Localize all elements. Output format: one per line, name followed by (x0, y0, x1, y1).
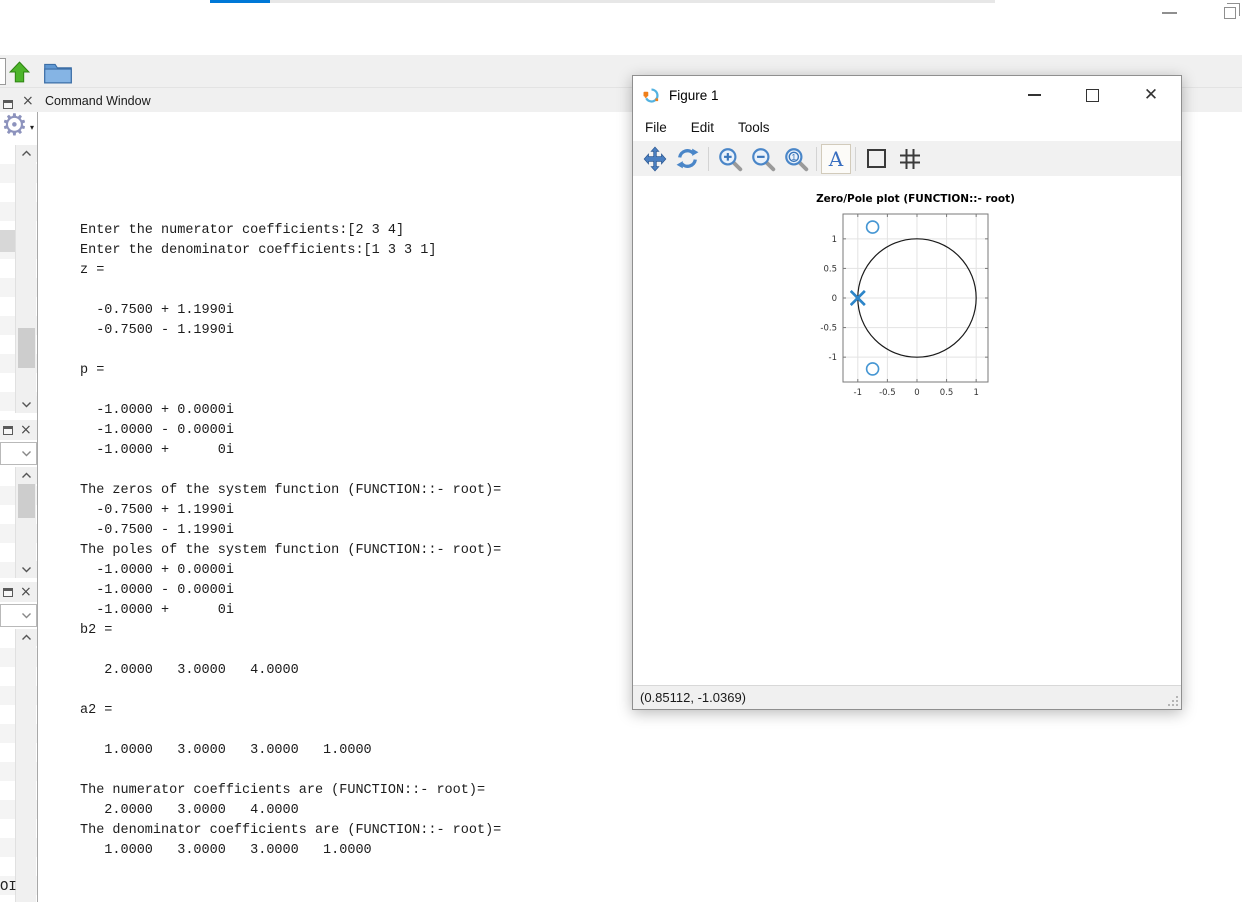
minimize-icon (1027, 94, 1041, 96)
svg-text:-0.5: -0.5 (879, 388, 896, 398)
cutoff-text-fragment: OI (0, 879, 17, 895)
scroll-up-icon (22, 150, 31, 156)
svg-text:0: 0 (914, 388, 919, 398)
scrollbar-thumb[interactable] (18, 484, 35, 518)
pan-icon (643, 146, 666, 171)
menu-tools[interactable]: Tools (738, 120, 770, 135)
console-output: Enter the numerator coefficients:[2 3 4]… (80, 223, 502, 858)
pan-button[interactable] (638, 144, 671, 174)
figure-title: Figure 1 (669, 87, 719, 103)
scroll-up-button[interactable] (16, 467, 37, 484)
undock-widget-icon[interactable] (3, 587, 13, 597)
svg-text:-1: -1 (854, 388, 862, 398)
close-widget-icon[interactable]: × (22, 94, 34, 108)
command-window-title: Command Window (45, 94, 151, 108)
zero-pole-plot: -1 -0.5 0 0.5 1 -1 -0.5 0 0.5 1 Zero/Pole plot (FU… (816, 193, 1015, 398)
panel-combo-box-2[interactable] (0, 442, 37, 465)
scrollbar-1[interactable] (15, 145, 37, 413)
rotate-icon (676, 148, 699, 169)
maximize-icon (1085, 88, 1099, 102)
toolbar-separator (816, 146, 817, 171)
close-widget-icon[interactable]: × (20, 585, 32, 599)
scroll-down-icon (22, 567, 31, 573)
toggle-axes-button[interactable] (860, 144, 893, 174)
svg-text:-1: -1 (829, 353, 837, 363)
undock-widget-icon[interactable] (3, 425, 13, 435)
background-tab-accent-bar (210, 0, 270, 3)
combo-chevron-icon (22, 613, 31, 619)
svg-text:1: 1 (973, 388, 978, 398)
figure-toolbar: 1 A (633, 141, 1181, 176)
svg-text:-0.5: -0.5 (820, 324, 837, 334)
svg-text:Zero/Pole plot (FUNCTION::- ro: Zero/Pole plot (FUNCTION::- root) (816, 193, 1015, 205)
scrollbar-thumb[interactable] (18, 328, 35, 368)
figure-minimize-button[interactable] (1005, 76, 1063, 114)
window-minimize-icon[interactable] (1162, 12, 1177, 14)
dock-panel-titlebar-3: × (0, 582, 37, 602)
menu-file[interactable]: File (645, 120, 667, 135)
menu-edit[interactable]: Edit (691, 120, 714, 135)
scroll-down-button[interactable] (16, 561, 37, 578)
window-restore-icon[interactable] (1224, 3, 1240, 19)
close-icon: ✕ (1143, 85, 1159, 105)
dock-panel-list-2 (0, 467, 37, 578)
dock-panel-list-3 (0, 629, 37, 902)
svg-text:0: 0 (832, 294, 837, 304)
svg-text:0.5: 0.5 (823, 264, 837, 274)
zoom-in-icon (718, 147, 742, 171)
figure-canvas[interactable]: -1 -0.5 0 0.5 1 -1 -0.5 0 0.5 1 Zero/Pole plot (FU… (633, 176, 1181, 685)
svg-text:1: 1 (832, 235, 837, 245)
scroll-up-button[interactable] (16, 145, 37, 162)
folder-icon (44, 63, 72, 83)
scroll-down-icon (22, 402, 31, 408)
insert-text-icon: A (828, 146, 844, 171)
directory-up-button[interactable] (4, 58, 34, 86)
settings-gear-icon[interactable]: ⚙ ▾ (1, 110, 35, 144)
zoom-original-button[interactable]: 1 (779, 144, 812, 174)
scroll-up-icon (22, 472, 31, 478)
scroll-up-icon (22, 634, 31, 640)
zoom-original-icon: 1 (784, 147, 808, 171)
octave-logo-icon (643, 87, 659, 103)
figure-window[interactable]: Figure 1 ✕ File Edit Tools 1 A -1 -0.5 0… (632, 75, 1182, 710)
zoom-out-button[interactable] (746, 144, 779, 174)
figure-maximize-button[interactable] (1063, 76, 1121, 114)
resize-grip[interactable] (1167, 695, 1179, 707)
scroll-up-button[interactable] (16, 629, 37, 646)
toolbar-separator (855, 146, 856, 171)
combo-chevron-icon (22, 451, 31, 457)
figure-close-button[interactable]: ✕ (1122, 76, 1180, 114)
toolbar-separator (708, 146, 709, 171)
panel-combo-box-3[interactable] (0, 604, 37, 627)
list-selected-row[interactable] (0, 230, 15, 252)
dock-panel-list-1 (0, 145, 37, 413)
dock-panel-titlebar-2: × (0, 420, 37, 440)
background-tab-bar (270, 0, 995, 3)
scrollbar-3[interactable] (15, 629, 37, 902)
gear-dropdown-arrow-icon: ▾ (29, 123, 34, 132)
scroll-down-button[interactable] (16, 396, 37, 413)
svg-text:1: 1 (791, 152, 796, 162)
axes-icon (867, 149, 886, 168)
cursor-coordinates: (0.85112, -1.0369) (640, 690, 746, 705)
rotate-button[interactable] (671, 144, 704, 174)
grid-icon (899, 148, 920, 169)
scrollbar-2[interactable] (15, 467, 37, 578)
zoom-out-icon (751, 147, 775, 171)
insert-text-button[interactable]: A (821, 143, 851, 174)
zoom-in-button[interactable] (713, 144, 746, 174)
directory-up-icon (8, 60, 30, 82)
svg-text:0.5: 0.5 (940, 388, 954, 398)
browse-directories-button[interactable] (43, 58, 73, 86)
figure-menubar: File Edit Tools (633, 114, 1181, 141)
figure-statusbar: (0.85112, -1.0369) (633, 685, 1181, 709)
toggle-grid-button[interactable] (893, 144, 926, 174)
close-widget-icon[interactable]: × (20, 423, 32, 437)
